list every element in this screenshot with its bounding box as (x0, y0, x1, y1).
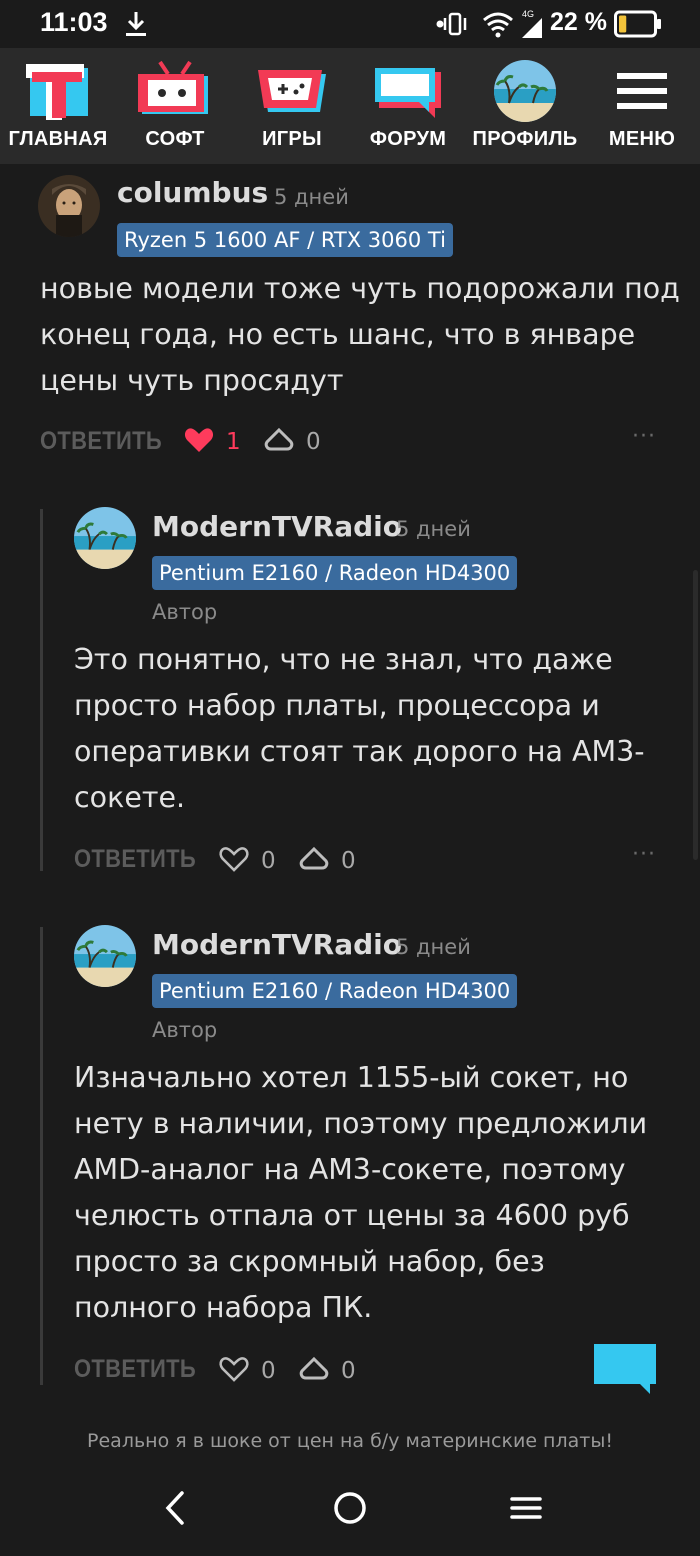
signal-icon (522, 18, 542, 38)
home-icon[interactable] (333, 1490, 367, 1530)
back-icon[interactable] (162, 1490, 188, 1530)
home-t-logo-icon (0, 60, 118, 122)
download-icon (124, 10, 148, 42)
comment-text: Это понятно, что не знал, что даже прост… (74, 643, 645, 814)
profile-avatar-icon (465, 60, 585, 122)
nav-home[interactable]: ГЛАВНАЯ (0, 48, 118, 164)
wifi-icon (483, 12, 513, 38)
thread-line (40, 509, 43, 871)
rating-arrow-icon (264, 427, 294, 457)
tv-robot-icon (115, 60, 235, 122)
like-count: 0 (261, 848, 276, 874)
username[interactable]: ModernTVRadio (152, 510, 402, 543)
author-tag: Автор (152, 600, 218, 624)
status-time: 11:03 (40, 7, 108, 37)
vibrate-icon (443, 12, 467, 36)
heart-filled-icon (184, 427, 214, 457)
status-bar: 11:03 4G 22 % (0, 0, 700, 48)
user-badge: Ryzen 5 1600 AF / RTX 3060 Ti (117, 223, 453, 257)
like-count: 0 (261, 1358, 276, 1384)
battery-icon (614, 10, 662, 42)
forum-chat-icon (348, 60, 468, 122)
like-button[interactable]: 0 (219, 846, 276, 876)
nav-label: МЕНЮ (608, 128, 676, 150)
rating-button[interactable]: 0 (264, 427, 321, 457)
nav-forum[interactable]: ФОРУМ (348, 48, 468, 164)
comment-time[interactable]: 5 дней (396, 935, 471, 959)
thread-line (40, 927, 43, 1385)
heart-outline-icon (219, 846, 249, 876)
rating-count: 0 (306, 429, 321, 455)
like-count: 1 (226, 429, 241, 455)
top-navigation: ГЛАВНАЯ СОФТ ИГРЫ ФОРУМ ПРОФИЛЬ МЕНЮ (0, 48, 700, 164)
hamburger-menu-icon (582, 60, 700, 122)
nav-games[interactable]: ИГРЫ (232, 48, 352, 164)
rating-arrow-icon (299, 846, 329, 876)
status-icons: 4G (436, 8, 546, 44)
reply-button[interactable]: ОТВЕТИТЬ (40, 426, 162, 456)
reply-button[interactable]: ОТВЕТИТЬ (74, 1354, 196, 1384)
rating-count: 0 (341, 1358, 356, 1384)
avatar[interactable] (74, 507, 136, 569)
username[interactable]: columbus (117, 176, 268, 209)
svg-text:4G: 4G (522, 9, 534, 19)
rating-count: 0 (341, 848, 356, 874)
system-navigation-bar (0, 1466, 700, 1556)
nav-profile[interactable]: ПРОФИЛЬ (465, 48, 585, 164)
author-tag: Автор (152, 1018, 218, 1042)
gamepad-icon (232, 60, 352, 122)
post-title-footer[interactable]: Реально я в шоке от цен на б/у материнск… (0, 1430, 700, 1452)
more-options-icon[interactable]: ··· (632, 424, 656, 449)
rating-arrow-icon (299, 1356, 329, 1386)
avatar[interactable] (38, 175, 100, 237)
comment-text: новые модели тоже чуть подорожали под ко… (40, 272, 680, 397)
recents-menu-icon[interactable] (510, 1490, 542, 1530)
user-badge: Pentium E2160 / Radeon HD4300 (152, 974, 518, 1008)
nav-soft[interactable]: СОФТ (115, 48, 235, 164)
reply-button[interactable]: ОТВЕТИТЬ (74, 844, 196, 874)
like-button[interactable]: 0 (219, 1356, 276, 1386)
rating-button[interactable]: 0 (299, 1356, 356, 1386)
heart-outline-icon (219, 1356, 249, 1386)
comment-chat-icon[interactable] (594, 1344, 658, 1400)
username[interactable]: ModernTVRadio (152, 928, 402, 961)
comment-text: Изначально хотел 1155-ый сокет, но нету … (74, 1061, 648, 1324)
rating-button[interactable]: 0 (299, 846, 356, 876)
nav-menu[interactable]: МЕНЮ (582, 48, 700, 164)
battery-percent: 22 % (550, 8, 607, 36)
scrollbar[interactable] (693, 570, 698, 860)
user-badge: Pentium E2160 / Radeon HD4300 (152, 556, 518, 590)
avatar[interactable] (74, 925, 136, 987)
like-button[interactable]: 1 (184, 427, 241, 457)
comment-time[interactable]: 5 дней (274, 185, 349, 209)
comment-time[interactable]: 5 дней (396, 517, 471, 541)
more-options-icon[interactable]: ··· (632, 842, 656, 867)
